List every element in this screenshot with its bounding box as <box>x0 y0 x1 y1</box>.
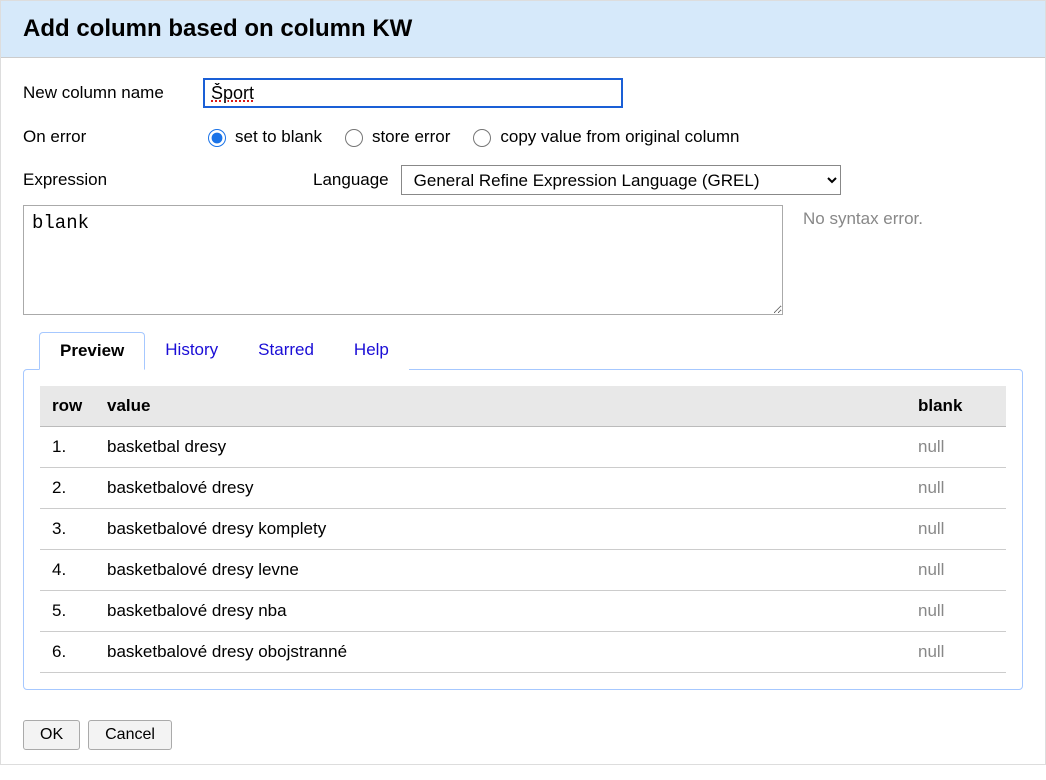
preview-panel: row value blank 1.basketbal dresynull2.b… <box>23 369 1023 690</box>
tab-help[interactable]: Help <box>334 332 409 370</box>
col-header-row: row <box>40 386 95 427</box>
expression-label: Expression <box>23 170 203 190</box>
col-header-value: value <box>95 386 906 427</box>
on-error-label: On error <box>23 127 203 147</box>
cell-value: basketbalové dresy <box>95 468 906 509</box>
cell-result: null <box>906 550 1006 591</box>
radio-store-error-input[interactable] <box>345 129 363 147</box>
radio-copy-value-input[interactable] <box>473 129 491 147</box>
row-expression: Expression Language General Refine Expre… <box>23 165 1023 195</box>
language-label: Language <box>313 170 389 190</box>
column-name-label: New column name <box>23 83 203 103</box>
dialog-footer: OK Cancel <box>1 706 1045 764</box>
col-header-result: blank <box>906 386 1006 427</box>
radio-set-to-blank[interactable]: set to blank <box>203 126 322 147</box>
row-column-name: New column name <box>23 78 1023 108</box>
dialog-header: Add column based on column KW <box>1 1 1045 58</box>
table-row: 6.basketbalové dresy obojstrannénull <box>40 632 1006 673</box>
cell-result: null <box>906 468 1006 509</box>
cell-result: null <box>906 632 1006 673</box>
radio-store-error[interactable]: store error <box>340 126 450 147</box>
table-row: 2.basketbalové dresynull <box>40 468 1006 509</box>
on-error-radio-group: set to blank store error copy value from… <box>203 126 739 147</box>
table-row: 3.basketbalové dresy kompletynull <box>40 509 1006 550</box>
cell-result: null <box>906 427 1006 468</box>
syntax-status: No syntax error. <box>803 205 923 229</box>
preview-table: row value blank 1.basketbal dresynull2.b… <box>40 386 1006 673</box>
radio-copy-value[interactable]: copy value from original column <box>468 126 739 147</box>
cell-row-number: 4. <box>40 550 95 591</box>
cell-row-number: 5. <box>40 591 95 632</box>
radio-store-error-label: store error <box>372 127 450 147</box>
cancel-button[interactable]: Cancel <box>88 720 172 750</box>
preview-header-row: row value blank <box>40 386 1006 427</box>
cell-row-number: 1. <box>40 427 95 468</box>
expression-area-wrap: No syntax error. <box>23 205 1023 315</box>
cell-result: null <box>906 509 1006 550</box>
language-select[interactable]: General Refine Expression Language (GREL… <box>401 165 841 195</box>
dialog-body: New column name On error set to blank st… <box>1 58 1045 706</box>
cell-value: basketbalové dresy komplety <box>95 509 906 550</box>
row-on-error: On error set to blank store error copy v… <box>23 126 1023 147</box>
cell-row-number: 3. <box>40 509 95 550</box>
cell-row-number: 6. <box>40 632 95 673</box>
cell-value: basketbalové dresy nba <box>95 591 906 632</box>
cell-result: null <box>906 591 1006 632</box>
tab-history[interactable]: History <box>145 332 238 370</box>
table-row: 5.basketbalové dresy nbanull <box>40 591 1006 632</box>
tab-strip: Preview History Starred Help <box>39 332 1023 370</box>
expression-textarea[interactable] <box>23 205 783 315</box>
add-column-dialog: Add column based on column KW New column… <box>0 0 1046 765</box>
dialog-title: Add column based on column KW <box>23 15 1023 43</box>
cell-value: basketbalové dresy obojstranné <box>95 632 906 673</box>
table-row: 4.basketbalové dresy levnenull <box>40 550 1006 591</box>
cell-value: basketbal dresy <box>95 427 906 468</box>
column-name-input[interactable] <box>203 78 623 108</box>
table-row: 1.basketbal dresynull <box>40 427 1006 468</box>
cell-row-number: 2. <box>40 468 95 509</box>
tab-preview[interactable]: Preview <box>39 332 145 370</box>
ok-button[interactable]: OK <box>23 720 80 750</box>
radio-set-to-blank-label: set to blank <box>235 127 322 147</box>
tab-starred[interactable]: Starred <box>238 332 334 370</box>
radio-set-to-blank-input[interactable] <box>208 129 226 147</box>
radio-copy-value-label: copy value from original column <box>500 127 739 147</box>
cell-value: basketbalové dresy levne <box>95 550 906 591</box>
